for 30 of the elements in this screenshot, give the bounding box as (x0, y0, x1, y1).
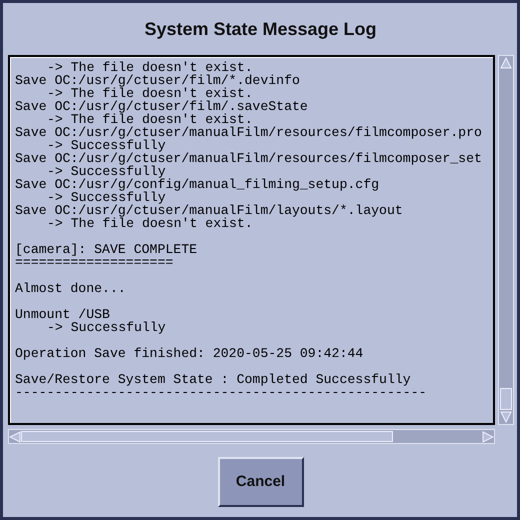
log-line: Save OC:/usr/g/ctuser/manualFilm/resources/filmcomposer.pro (15, 126, 483, 139)
log-line: Save OC:/usr/g/ctuser/film/*.devinfo (15, 74, 301, 87)
log-line: Almost done... (15, 282, 127, 295)
horizontal-scrollbar[interactable] (8, 429, 495, 444)
log-line: -> The file doesn't exist. (46, 61, 253, 74)
log-line: -> Successfully (46, 139, 166, 152)
scroll-right-arrow-icon[interactable] (482, 430, 494, 442)
log-line: -> Successfully (46, 191, 166, 204)
log-line: Save OC:/usr/g/ctuser/manualFilm/layouts/*.layout (15, 204, 404, 217)
cancel-button[interactable]: Cancel (218, 456, 304, 506)
vertical-scrollbar[interactable] (498, 55, 514, 425)
log-line: Save OC:/usr/g/ctuser/manualFilm/resources/filmcomposer_set (15, 152, 483, 165)
log-line: [camera]: SAVE COMPLETE (15, 243, 198, 256)
log-line: Operation Save finished: 2020-05-25 09:42:44 (15, 347, 364, 360)
log-line: -> The file doesn't exist. (46, 217, 253, 230)
log-line: Unmount /USB (15, 308, 110, 321)
window-title: System State Message Log (143, 18, 378, 41)
log-line: Save OC:/usr/g/config/manual_filming_setup.cfg (15, 178, 380, 191)
log-line: ---------------------------------------------------- (15, 386, 428, 399)
log-line: Save OC:/usr/g/ctuser/film/.saveState (15, 100, 309, 113)
log-line: ==================== (15, 256, 174, 269)
log-line: Save/Restore System State : Completed Successfully (15, 373, 412, 386)
scroll-down-arrow-icon[interactable] (499, 410, 513, 424)
log-line: -> Successfully (46, 321, 167, 334)
log-line: -> The file doesn't exist. (46, 113, 253, 126)
log-line: -> The file doesn't exist. (46, 87, 253, 100)
scroll-up-arrow-icon[interactable] (499, 56, 513, 70)
scrollbar-thumb[interactable] (500, 388, 512, 410)
scroll-left-arrow-icon[interactable] (9, 430, 21, 442)
log-line: -> Successfully (46, 165, 166, 178)
